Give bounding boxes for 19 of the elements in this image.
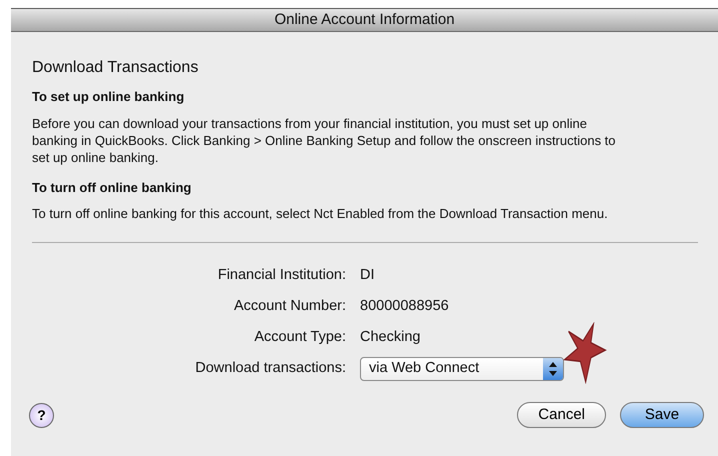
field-label: Financial Institution: bbox=[216, 266, 347, 285]
field-label: Download transactions: bbox=[194, 358, 347, 378]
field-value: DI bbox=[360, 266, 374, 285]
stepper-arrows-icon bbox=[549, 362, 557, 376]
paragraph: Before you can download your transactions from your financial institution, you must set up online banking in QuickBooks. Click Banking > Online Banking Setup and follow the onscreen instructions to set up online banking. bbox=[32, 114, 617, 166]
field-label: Account Type: bbox=[253, 328, 347, 347]
field-label: Account Number: bbox=[232, 296, 347, 316]
cancel-button[interactable]: Cancel bbox=[517, 402, 606, 428]
field-value: Checking bbox=[360, 328, 420, 347]
field-value: 80000088956 bbox=[360, 296, 449, 316]
window-title: Online Account Information bbox=[274, 10, 455, 30]
section-heading: Download Transactions bbox=[32, 58, 200, 78]
save-button[interactable]: Save bbox=[620, 402, 704, 428]
subheading: To turn off online banking bbox=[32, 178, 192, 197]
paragraph: To turn off online banking for this account, select Nct Enabled from the Download Transaction menu. bbox=[32, 205, 609, 222]
dropdown[interactable]: via Web Connect bbox=[360, 356, 564, 380]
subheading: To set up online banking bbox=[32, 88, 186, 106]
star-icon bbox=[562, 322, 608, 384]
help-button[interactable]: ? bbox=[29, 402, 54, 428]
